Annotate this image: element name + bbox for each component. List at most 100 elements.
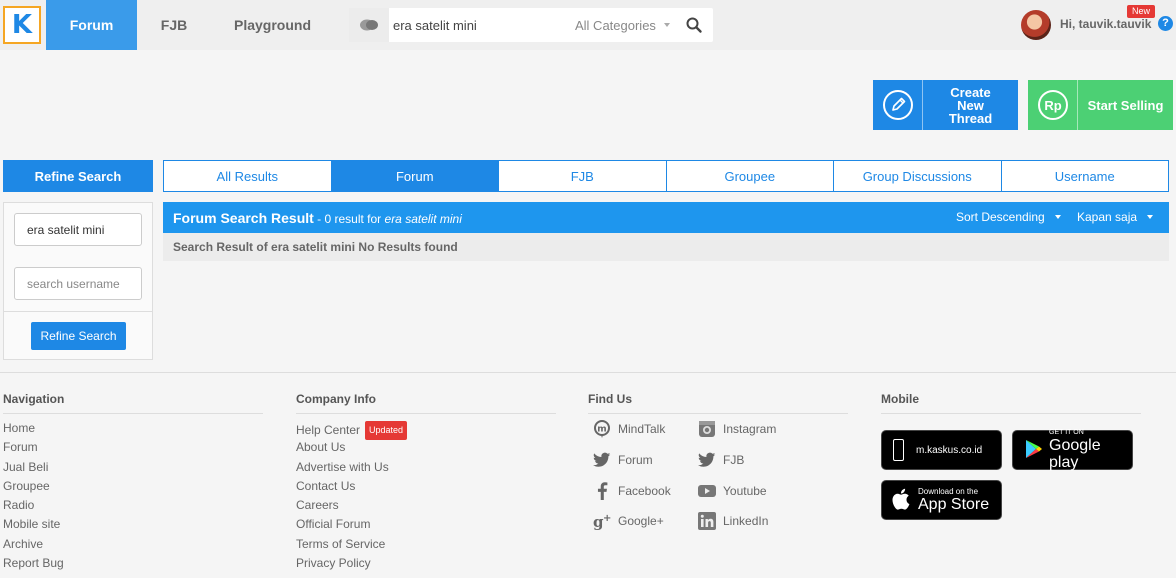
google-play-big: Google play xyxy=(1049,437,1101,471)
footer-link-advertise[interactable]: Advertise with Us xyxy=(296,460,556,479)
footer-link-groupee[interactable]: Groupee xyxy=(3,479,263,498)
tab-forum-results[interactable]: Forum xyxy=(330,161,498,191)
refine-search-button[interactable]: Refine Search xyxy=(31,322,126,350)
footer-link-help-center[interactable]: Help Center Updated xyxy=(296,421,556,440)
mobile-site-button[interactable]: m.kaskus.co.id xyxy=(881,430,1002,470)
footer-link-archive[interactable]: Archive xyxy=(3,537,263,556)
footer-link-terms[interactable]: Terms of Service xyxy=(296,537,556,556)
mobile-heading: Mobile xyxy=(881,392,1141,414)
mobile-site-label: m.kaskus.co.id xyxy=(916,444,983,456)
time-dropdown[interactable]: Kapan saja xyxy=(1077,210,1154,224)
footer-link-forum[interactable]: Forum xyxy=(3,440,263,459)
social-google-plus[interactable]: g + Google+ xyxy=(593,512,664,530)
youtube-icon xyxy=(698,482,716,500)
user-greeting[interactable]: Hi, tauvik.tauvik xyxy=(1060,17,1151,31)
chevron-down-icon xyxy=(663,23,670,27)
refine-search-title: Refine Search xyxy=(3,160,153,192)
chevron-down-icon xyxy=(1147,215,1154,219)
tab-forum[interactable]: Forum xyxy=(46,0,137,50)
chat-icon[interactable] xyxy=(349,8,389,42)
keyword-field[interactable] xyxy=(14,213,142,246)
google-plus-icon: g + xyxy=(593,512,611,530)
social-twitter-forum[interactable]: Forum xyxy=(593,451,653,469)
mindtalk-label: MindTalk xyxy=(618,422,666,436)
category-select[interactable]: All Categories xyxy=(575,8,670,42)
linkedin-label: LinkedIn xyxy=(723,514,769,528)
divider xyxy=(4,311,152,312)
result-title: Forum Search Result - 0 result for era s… xyxy=(173,210,462,226)
search-icon[interactable] xyxy=(685,16,703,34)
chevron-down-icon xyxy=(1054,215,1061,219)
category-label: All Categories xyxy=(575,17,656,33)
footer-link-radio[interactable]: Radio xyxy=(3,498,263,517)
sort-label: Sort Descending xyxy=(956,210,1045,224)
help-center-label: Help Center xyxy=(296,423,361,437)
social-youtube[interactable]: Youtube xyxy=(698,482,767,500)
result-tabs: All Results Forum FJB Groupee Group Disc… xyxy=(163,160,1169,192)
result-count: - 0 result for era satelit mini xyxy=(314,212,462,226)
start-selling-button[interactable]: Rp Start Selling xyxy=(1028,80,1173,130)
pencil-icon xyxy=(873,80,923,130)
social-linkedin[interactable]: LinkedIn xyxy=(698,512,768,530)
top-bar: K Forum FJB Playground All Categories Hi… xyxy=(0,0,1176,50)
twitter-forum-label: Forum xyxy=(618,453,653,467)
phone-icon xyxy=(893,439,904,461)
linkedin-icon xyxy=(698,512,716,530)
twitter-icon xyxy=(593,451,611,469)
search-input[interactable] xyxy=(393,12,565,38)
facebook-icon xyxy=(593,482,611,500)
footer-link-jual-beli[interactable]: Jual Beli xyxy=(3,460,263,479)
svg-text:+: + xyxy=(603,513,611,524)
twitter-icon xyxy=(698,451,716,469)
social-facebook[interactable]: Facebook xyxy=(593,482,671,500)
sort-dropdown[interactable]: Sort Descending xyxy=(956,210,1061,224)
footer-link-about-us[interactable]: About Us xyxy=(296,440,556,459)
avatar[interactable] xyxy=(1021,10,1051,40)
logo-letter: K xyxy=(11,10,33,40)
search-bar: All Categories xyxy=(349,8,713,42)
footer-company: Company Info Help Center Updated About Us… xyxy=(296,392,556,575)
result-count-text: - 0 result for xyxy=(313,212,385,226)
footer-link-privacy[interactable]: Privacy Policy xyxy=(296,556,556,575)
tab-fjb[interactable]: FJB xyxy=(137,0,211,50)
find-us-heading: Find Us xyxy=(588,392,848,414)
kaskus-logo[interactable]: K xyxy=(3,6,41,44)
rupiah-icon: Rp xyxy=(1028,80,1078,130)
app-store-text: Download on the App Store xyxy=(918,487,989,513)
social-mindtalk[interactable]: m MindTalk xyxy=(593,420,665,438)
start-selling-label: Start Selling xyxy=(1087,97,1164,113)
tab-username-results[interactable]: Username xyxy=(1000,161,1169,191)
google-play-button[interactable]: GET IT ON Google play xyxy=(1012,429,1133,471)
google-play-small: GET IT ON xyxy=(1049,429,1084,436)
tab-groupee-results[interactable]: Groupee xyxy=(665,161,834,191)
facebook-label: Facebook xyxy=(618,484,671,498)
apple-icon xyxy=(892,488,910,513)
create-thread-button[interactable]: Create New Thread xyxy=(873,80,1018,130)
footer-link-report-bug[interactable]: Report Bug xyxy=(3,556,263,575)
social-twitter-fjb[interactable]: FJB xyxy=(698,451,744,469)
username-field[interactable] xyxy=(14,267,142,300)
result-query: era satelit mini xyxy=(384,212,462,226)
tab-all-results[interactable]: All Results xyxy=(164,161,331,191)
twitter-fjb-label: FJB xyxy=(723,453,745,467)
footer-link-contact-us[interactable]: Contact Us xyxy=(296,479,556,498)
app-store-button[interactable]: Download on the App Store xyxy=(881,480,1002,520)
footer-mobile: Mobile xyxy=(881,392,1141,414)
create-thread-label: Create New Thread xyxy=(948,84,993,126)
google-play-icon xyxy=(1025,439,1043,462)
footer-link-mobile-site[interactable]: Mobile site xyxy=(3,517,263,536)
social-instagram[interactable]: Instagram xyxy=(698,420,776,438)
company-heading: Company Info xyxy=(296,392,556,414)
help-icon[interactable]: ? xyxy=(1158,16,1173,31)
footer-link-careers[interactable]: Careers xyxy=(296,498,556,517)
footer-find-us: Find Us xyxy=(588,392,848,414)
instagram-label: Instagram xyxy=(723,422,777,436)
refine-panel: Refine Search xyxy=(3,202,153,360)
tab-fjb-results[interactable]: FJB xyxy=(498,161,666,191)
google-play-text: GET IT ON Google play xyxy=(1049,429,1132,471)
tab-playground[interactable]: Playground xyxy=(211,0,334,50)
footer-link-home[interactable]: Home xyxy=(3,421,263,440)
footer-link-official-forum[interactable]: Official Forum xyxy=(296,517,556,536)
updated-badge: Updated xyxy=(365,421,408,440)
tab-group-discussions[interactable]: Group Discussions xyxy=(833,161,1001,191)
